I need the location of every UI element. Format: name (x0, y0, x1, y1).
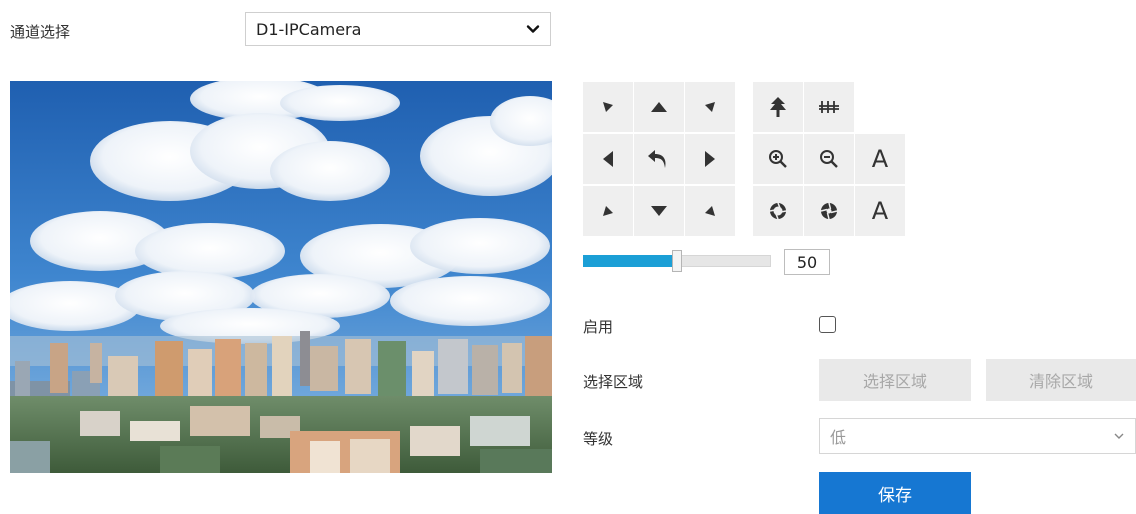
arrow-down-icon (651, 206, 667, 216)
ptz-up-button[interactable] (634, 82, 684, 132)
speed-value-input[interactable]: 50 (784, 249, 830, 275)
ptz-up-left-button[interactable] (583, 82, 633, 132)
level-select[interactable]: 低 (819, 418, 1136, 454)
arrow-up-icon (651, 102, 667, 112)
level-label: 等级 (583, 430, 614, 448)
speed-slider-handle[interactable] (672, 250, 682, 272)
ptz-tree-button[interactable] (753, 82, 803, 132)
auto-focus-button[interactable]: A (855, 134, 905, 184)
channel-select[interactable]: D1-IPCamera (245, 12, 551, 46)
channel-select-value: D1-IPCamera (256, 19, 362, 39)
undo-icon (648, 150, 666, 168)
save-button[interactable]: 保存 (819, 472, 971, 514)
enable-checkbox[interactable] (819, 316, 836, 333)
clear-region-button[interactable]: 清除区域 (986, 359, 1136, 401)
select-region-button[interactable]: 选择区域 (819, 359, 971, 401)
ptz-left-button[interactable] (583, 134, 633, 184)
ptz-down-button[interactable] (634, 186, 684, 236)
chevron-down-icon (526, 25, 540, 33)
aperture-open-icon (769, 202, 787, 220)
ptz-scan-button[interactable] (804, 82, 854, 132)
ptz-down-left-button[interactable] (583, 186, 633, 236)
arrow-left-icon (603, 151, 613, 167)
chevron-down-icon (1114, 433, 1124, 439)
arrow-down-right-icon (705, 206, 715, 216)
zoom-out-icon (820, 150, 838, 168)
auto-focus-label: A (871, 145, 889, 173)
enable-label: 启用 (583, 318, 614, 336)
ptz-up-right-button[interactable] (685, 82, 735, 132)
auto-iris-label: A (871, 197, 889, 225)
arrow-down-left-icon (603, 206, 613, 216)
ptz-right-button[interactable] (685, 134, 735, 184)
iris-close-button[interactable] (804, 186, 854, 236)
arrow-up-left-icon (603, 102, 613, 112)
tree-icon (770, 97, 786, 117)
auto-iris-button[interactable]: A (855, 186, 905, 236)
arrow-up-right-icon (705, 102, 715, 112)
zoom-in-button[interactable] (753, 134, 803, 184)
ptz-down-right-button[interactable] (685, 186, 735, 236)
preview-image (10, 81, 552, 473)
aperture-close-icon (820, 202, 838, 220)
channel-label: 通道选择 (10, 23, 71, 41)
ptz-return-button[interactable] (634, 134, 684, 184)
region-label: 选择区域 (583, 373, 644, 391)
zoom-in-icon (769, 150, 787, 168)
iris-open-button[interactable] (753, 186, 803, 236)
level-select-value: 低 (830, 428, 847, 447)
zoom-out-button[interactable] (804, 134, 854, 184)
speed-slider-fill (583, 255, 677, 267)
camera-preview[interactable] (10, 81, 552, 473)
arrow-right-icon (705, 151, 715, 167)
scan-lines-icon (819, 101, 839, 113)
